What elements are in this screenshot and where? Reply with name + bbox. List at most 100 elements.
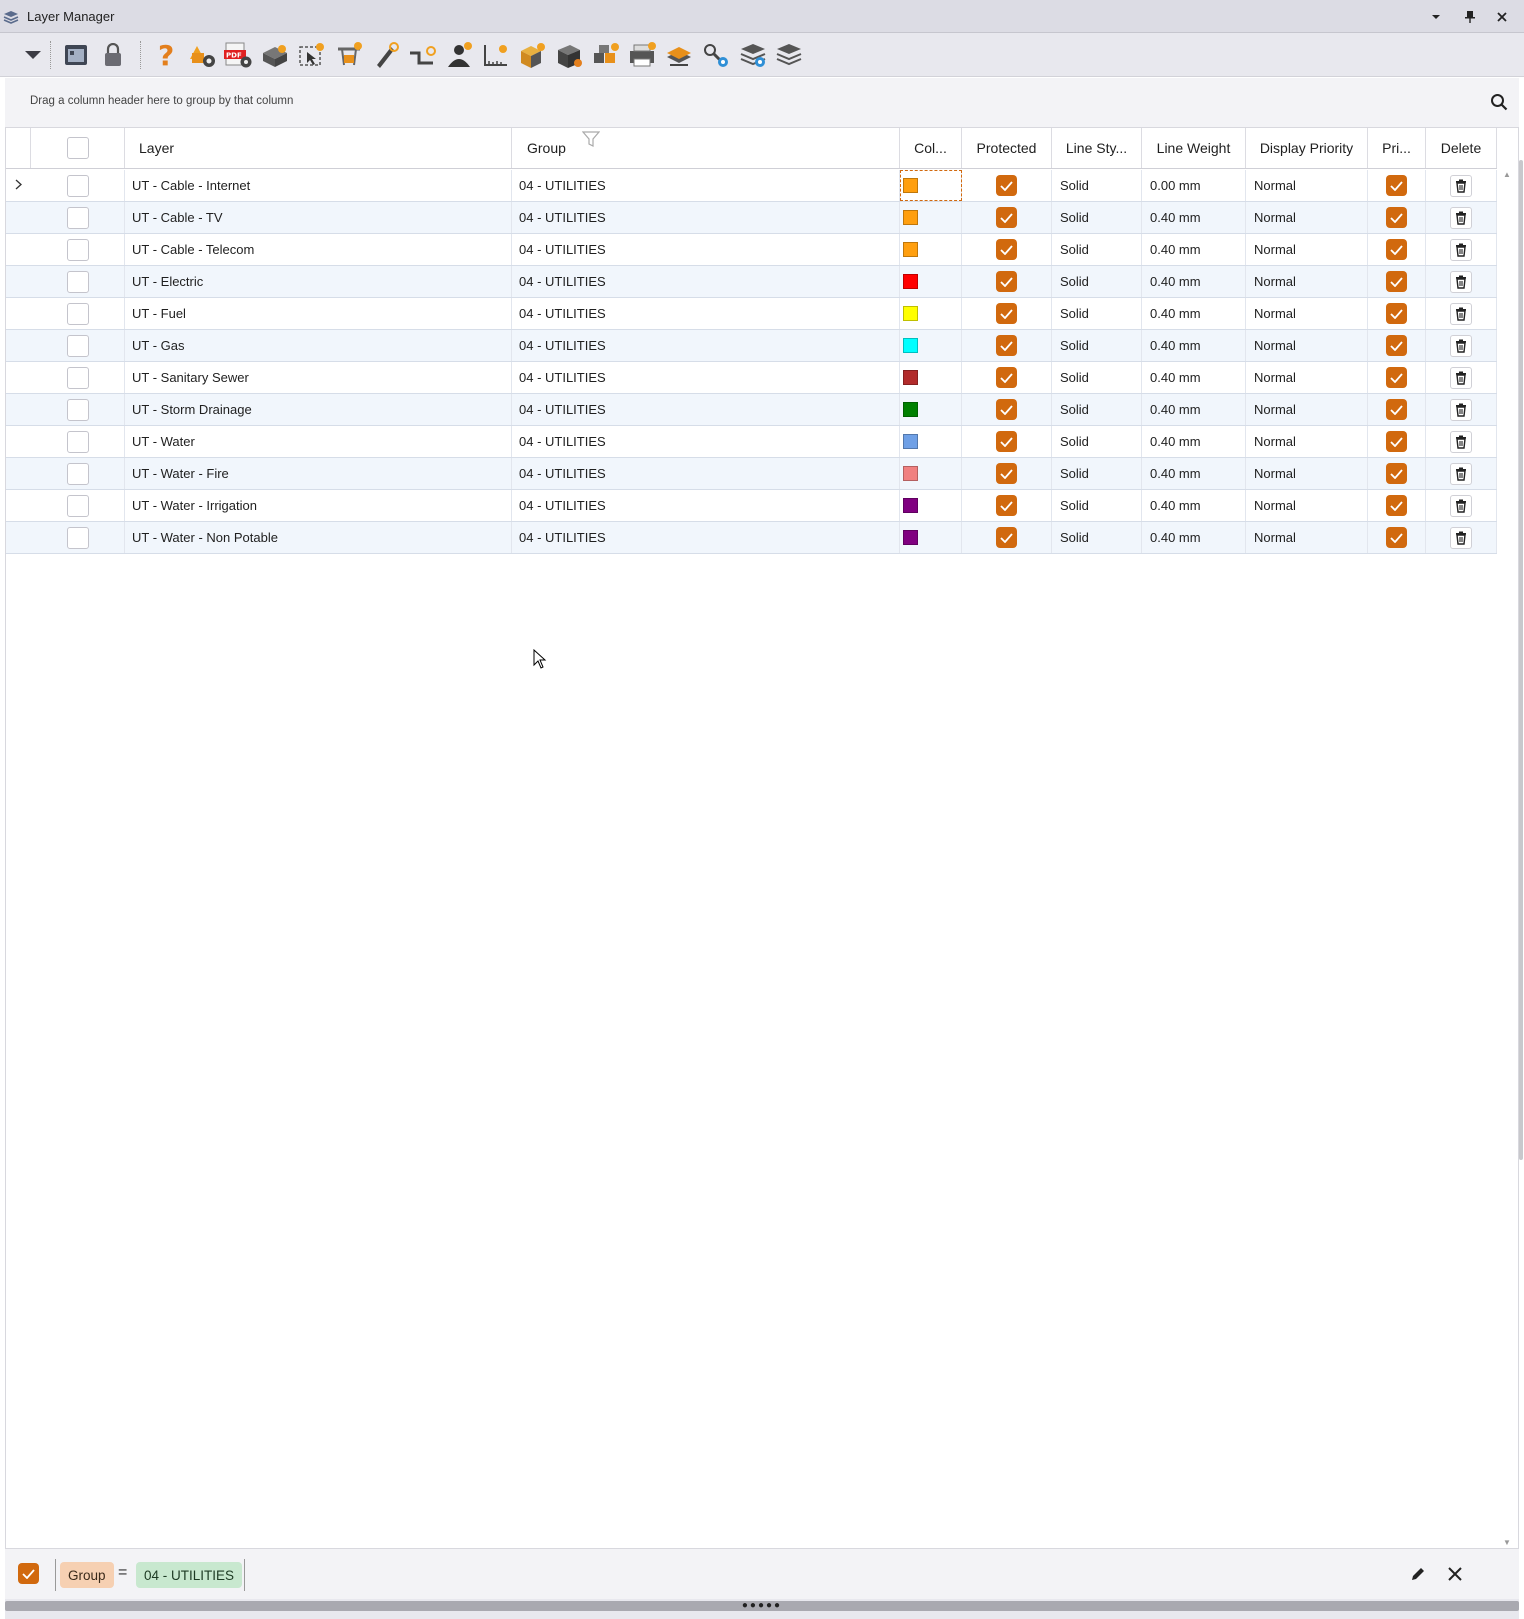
print-checkbox[interactable]	[1386, 271, 1407, 292]
line-weight-cell[interactable]: 0.40 mm	[1142, 266, 1246, 297]
row-select-checkbox[interactable]	[66, 526, 89, 549]
group-cell[interactable]: 04 - UTILITIES	[512, 426, 900, 457]
color-swatch[interactable]	[903, 210, 918, 225]
print-checkbox[interactable]	[1386, 527, 1407, 548]
protected-checkbox[interactable]	[996, 463, 1017, 484]
ruler-icon[interactable]	[480, 39, 512, 71]
print-checkbox[interactable]	[1386, 495, 1407, 516]
color-swatch[interactable]	[903, 402, 918, 417]
layer-name-cell[interactable]: UT - Water - Non Potable	[125, 522, 512, 553]
trash-icon[interactable]	[1450, 302, 1472, 325]
line-style-cell[interactable]: Solid	[1052, 298, 1142, 329]
display-priority-cell[interactable]: Normal	[1246, 426, 1368, 457]
splitter-handle[interactable]: ●●●●●	[5, 1601, 1519, 1611]
protected-checkbox[interactable]	[996, 431, 1017, 452]
trash-icon[interactable]	[1450, 334, 1472, 357]
color-cell[interactable]	[900, 202, 962, 233]
protected-checkbox[interactable]	[996, 527, 1017, 548]
hanger-icon[interactable]	[333, 39, 365, 71]
trash-icon[interactable]	[1450, 174, 1472, 197]
print-checkbox[interactable]	[1386, 239, 1407, 260]
row-select-checkbox[interactable]	[66, 430, 89, 453]
layer-settings-icon[interactable]	[186, 39, 218, 71]
color-swatch[interactable]	[903, 274, 918, 289]
color-swatch[interactable]	[903, 434, 918, 449]
print-checkbox[interactable]	[1386, 335, 1407, 356]
row-select-checkbox[interactable]	[66, 270, 89, 293]
color-cell[interactable]	[900, 458, 962, 489]
line-weight-cell[interactable]: 0.40 mm	[1142, 490, 1246, 521]
line-weight-cell[interactable]: 0.40 mm	[1142, 458, 1246, 489]
scroll-up-icon[interactable]: ▲	[1502, 170, 1512, 180]
3d-model-icon[interactable]	[259, 39, 291, 71]
line-style-cell[interactable]: Solid	[1052, 170, 1142, 201]
column-header-display-priority[interactable]: Display Priority	[1246, 128, 1368, 168]
line-weight-cell[interactable]: 0.40 mm	[1142, 202, 1246, 233]
protected-checkbox[interactable]	[996, 367, 1017, 388]
table-row[interactable]: UT - Fuel 04 - UTILITIES Solid 0.40 mm N…	[6, 298, 1497, 330]
column-header-group[interactable]: Group	[512, 128, 900, 168]
line-weight-cell[interactable]: 0.40 mm	[1142, 394, 1246, 425]
layer-name-cell[interactable]: UT - Cable - TV	[125, 202, 512, 233]
scroll-down-icon[interactable]: ▼	[1502, 1538, 1512, 1548]
display-priority-cell[interactable]: Normal	[1246, 394, 1368, 425]
group-by-panel[interactable]: Drag a column header here to group by th…	[5, 78, 1519, 128]
printer-icon[interactable]	[626, 39, 658, 71]
color-cell[interactable]	[900, 522, 962, 553]
line-style-cell[interactable]: Solid	[1052, 330, 1142, 361]
row-select-checkbox[interactable]	[66, 174, 89, 197]
line-style-cell[interactable]: Solid	[1052, 458, 1142, 489]
display-priority-cell[interactable]: Normal	[1246, 170, 1368, 201]
row-select-checkbox[interactable]	[66, 238, 89, 261]
table-row[interactable]: UT - Cable - Telecom 04 - UTILITIES Soli…	[6, 234, 1497, 266]
group-cell[interactable]: 04 - UTILITIES	[512, 394, 900, 425]
column-header-delete[interactable]: Delete	[1426, 128, 1497, 168]
color-swatch[interactable]	[903, 242, 918, 257]
table-row[interactable]: UT - Water 04 - UTILITIES Solid 0.40 mm …	[6, 426, 1497, 458]
trash-icon[interactable]	[1450, 238, 1472, 261]
layer-name-cell[interactable]: UT - Water - Fire	[125, 458, 512, 489]
table-row[interactable]: UT - Storm Drainage 04 - UTILITIES Solid…	[6, 394, 1497, 426]
display-priority-cell[interactable]: Normal	[1246, 490, 1368, 521]
color-cell[interactable]	[900, 426, 962, 457]
row-select-checkbox[interactable]	[66, 462, 89, 485]
search-icon[interactable]	[1487, 90, 1511, 114]
line-style-cell[interactable]: Solid	[1052, 522, 1142, 553]
line-weight-cell[interactable]: 0.40 mm	[1142, 234, 1246, 265]
line-weight-cell[interactable]: 0.40 mm	[1142, 298, 1246, 329]
layer-name-cell[interactable]: UT - Electric	[125, 266, 512, 297]
protected-checkbox[interactable]	[996, 335, 1017, 356]
person-icon[interactable]	[443, 39, 475, 71]
color-swatch[interactable]	[903, 466, 918, 481]
bottom-splitter[interactable]: ●●●●●	[5, 1599, 1519, 1619]
display-priority-cell[interactable]: Normal	[1246, 362, 1368, 393]
trash-icon[interactable]	[1450, 494, 1472, 517]
protected-checkbox[interactable]	[996, 303, 1017, 324]
column-header-print[interactable]: Pri...	[1368, 128, 1426, 168]
protected-checkbox[interactable]	[996, 495, 1017, 516]
print-checkbox[interactable]	[1386, 175, 1407, 196]
line-weight-cell[interactable]: 0.40 mm	[1142, 362, 1246, 393]
row-select-checkbox[interactable]	[66, 494, 89, 517]
display-priority-cell[interactable]: Normal	[1246, 298, 1368, 329]
layers-export-icon[interactable]	[663, 39, 695, 71]
column-header-protected[interactable]: Protected	[962, 128, 1052, 168]
color-swatch[interactable]	[903, 338, 918, 353]
layer-window-icon[interactable]	[60, 39, 92, 71]
line-style-cell[interactable]: Solid	[1052, 490, 1142, 521]
table-row[interactable]: UT - Gas 04 - UTILITIES Solid 0.40 mm No…	[6, 330, 1497, 362]
trash-icon[interactable]	[1450, 366, 1472, 389]
tools-icon[interactable]	[700, 39, 732, 71]
line-weight-cell[interactable]: 0.40 mm	[1142, 426, 1246, 457]
table-row[interactable]: UT - Sanitary Sewer 04 - UTILITIES Solid…	[6, 362, 1497, 394]
display-priority-cell[interactable]: Normal	[1246, 266, 1368, 297]
layers-stack-icon[interactable]	[773, 39, 805, 71]
line-style-cell[interactable]: Solid	[1052, 426, 1142, 457]
layer-name-cell[interactable]: UT - Gas	[125, 330, 512, 361]
column-header-layer[interactable]: Layer	[125, 128, 512, 168]
color-swatch[interactable]	[903, 498, 918, 513]
table-row[interactable]: UT - Water - Non Potable 04 - UTILITIES …	[6, 522, 1497, 554]
pin-icon[interactable]	[1459, 6, 1481, 28]
row-select-checkbox[interactable]	[66, 366, 89, 389]
group-cell[interactable]: 04 - UTILITIES	[512, 170, 900, 201]
